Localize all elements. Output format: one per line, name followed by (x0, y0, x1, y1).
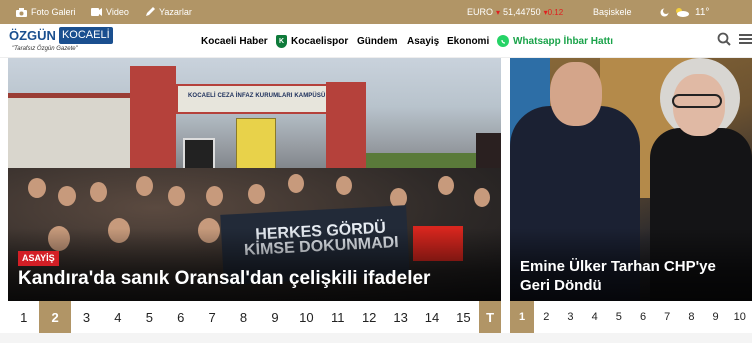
currency-change: 0.12 (547, 7, 564, 17)
main-page-button[interactable]: 8 (228, 301, 259, 333)
camera-icon (16, 7, 27, 17)
main-page-button[interactable]: 10 (291, 301, 322, 333)
main-page-button[interactable]: 11 (322, 301, 353, 333)
main-headline[interactable]: Kandıra'da sanık Oransal'dan çelişkili i… (18, 268, 430, 290)
weather-icon (676, 8, 689, 17)
nav-label: Gündem (357, 35, 398, 47)
main-slider[interactable]: KOCAELİ CEZA İNFAZ KURUMLARI KAMPÜSÜ HER… (8, 58, 501, 301)
main-slider-pager: 1 2 3 4 5 6 7 8 9 10 11 12 13 14 15 T (8, 301, 502, 333)
category-badge[interactable]: ASAYİŞ (18, 251, 59, 266)
photo-gallery-link[interactable]: Foto Galeri (16, 0, 76, 24)
weather-widget: 11° (660, 0, 709, 24)
nav-kocaeli-haber[interactable]: Kocaeli Haber (201, 24, 268, 58)
side-page-button[interactable]: 9 (704, 301, 728, 333)
logo-sub: KOCAELİ (58, 27, 113, 44)
side-page-button[interactable]: 2 (534, 301, 558, 333)
video-label: Video (106, 7, 129, 17)
main-page-button[interactable]: 2 (39, 301, 71, 333)
main-page-button[interactable]: 6 (165, 301, 196, 333)
page-bottom-strip (0, 333, 752, 343)
video-icon (91, 8, 102, 16)
site-header: ÖZGÜN KOCAELİ "Tarafsız Özgün Gazete" Ko… (0, 24, 752, 58)
gate-sign: KOCAELİ CEZA İNFAZ KURUMLARI KAMPÜSÜ (188, 93, 326, 99)
currency-ticker: EURO ▾ 51,44750 ▾ 0.12 (467, 0, 563, 24)
search-icon[interactable] (717, 32, 731, 46)
nav-whatsapp-ihbar[interactable]: Whatsapp İhbar Hattı (497, 24, 613, 58)
side-page-button[interactable]: 6 (631, 301, 655, 333)
main-page-button[interactable]: 13 (385, 301, 416, 333)
authors-label: Yazarlar (159, 7, 192, 17)
main-page-button[interactable]: 5 (134, 301, 165, 333)
main-page-button[interactable]: 4 (102, 301, 133, 333)
logo-slogan: "Tarafsız Özgün Gazete" (12, 46, 78, 52)
side-page-button[interactable]: 1 (510, 301, 535, 333)
main-page-button[interactable]: 12 (353, 301, 384, 333)
video-link[interactable]: Video (91, 0, 129, 24)
whatsapp-icon (497, 35, 509, 47)
main-page-button[interactable]: 15 (448, 301, 479, 333)
main-page-button[interactable]: 9 (259, 301, 290, 333)
side-page-button[interactable]: 3 (558, 301, 582, 333)
nav-gundem[interactable]: Gündem (357, 24, 398, 58)
nav-label: Kocaelispor (291, 35, 349, 47)
city-label: Başiskele (593, 7, 632, 17)
side-page-button[interactable]: 8 (679, 301, 703, 333)
currency-down-icon: ▾ (496, 7, 501, 17)
side-headline[interactable]: Emine Ülker Tarhan CHP'ye Geri Döndü (520, 257, 745, 295)
side-slider[interactable]: Emine Ülker Tarhan CHP'ye Geri Döndü (510, 58, 752, 301)
logo-main: ÖZGÜN (8, 27, 57, 44)
nav-kocaelispor[interactable]: K Kocaelispor (276, 24, 348, 58)
main-page-button[interactable]: 7 (196, 301, 227, 333)
authors-link[interactable]: Yazarlar (145, 0, 192, 24)
currency-name: EURO (467, 7, 494, 17)
side-page-button[interactable]: 10 (728, 301, 752, 333)
main-page-button[interactable]: 14 (416, 301, 447, 333)
kocaelispor-badge-icon: K (276, 34, 287, 48)
nav-label: Ekonomi (447, 35, 490, 47)
site-logo[interactable]: ÖZGÜN KOCAELİ "Tarafsız Özgün Gazete" (8, 27, 113, 55)
currency-value: 51,44750 (503, 7, 541, 17)
temperature: 11° (695, 6, 710, 18)
side-slider-pager: 1 2 3 4 5 6 7 8 9 10 (510, 301, 752, 333)
menu-icon[interactable] (739, 32, 752, 46)
moon-icon (660, 7, 669, 16)
photo-gallery-label: Foto Galeri (31, 7, 76, 17)
main-page-button[interactable]: 1 (8, 301, 39, 333)
pen-icon (146, 7, 155, 16)
side-page-button[interactable]: 5 (607, 301, 631, 333)
main-pager-last-button[interactable]: T (479, 301, 502, 333)
weather-city[interactable]: Başiskele (593, 0, 632, 24)
side-page-button[interactable]: 4 (583, 301, 607, 333)
nav-label: Kocaeli Haber (201, 35, 268, 47)
top-bar: Foto Galeri Video Yazarlar EURO ▾ 51,447… (0, 0, 752, 24)
main-page-button[interactable]: 3 (71, 301, 102, 333)
nav-ekonomi[interactable]: Ekonomi (447, 24, 489, 58)
whatsapp-label: Whatsapp İhbar Hattı (513, 35, 614, 47)
nav-asayis[interactable]: Asayiş (407, 24, 439, 58)
side-page-button[interactable]: 7 (655, 301, 679, 333)
nav-label: Asayiş (407, 35, 440, 47)
